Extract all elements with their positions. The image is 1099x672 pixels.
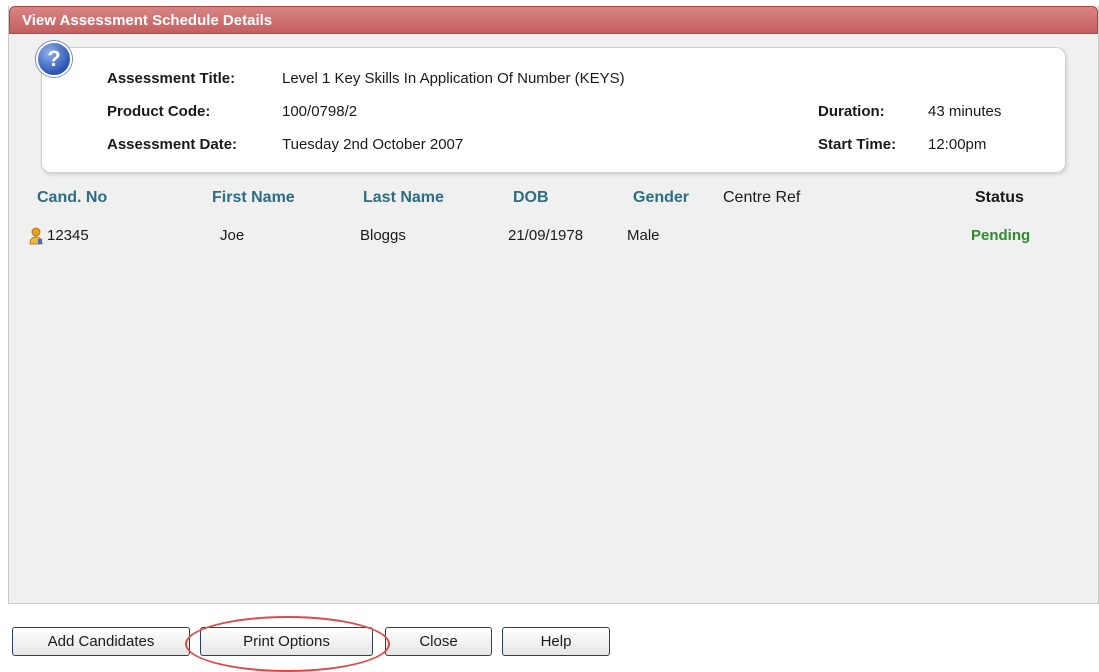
assessment-title-label: Assessment Title: — [107, 70, 236, 87]
column-header-dob[interactable]: DOB — [513, 189, 549, 207]
cell-dob: 21/09/1978 — [508, 227, 584, 244]
assessment-title-value: Level 1 Key Skills In Application Of Num… — [282, 70, 625, 87]
column-header-centre-ref: Centre Ref — [723, 189, 801, 206]
assessment-date-label: Assessment Date: — [107, 136, 238, 153]
product-code-label: Product Code: — [107, 103, 211, 120]
column-header-cand-no[interactable]: Cand. No — [37, 189, 107, 207]
cell-first-name: Joe — [220, 227, 245, 244]
column-header-status: Status — [975, 189, 1024, 206]
start-time-label: Start Time: — [818, 136, 897, 153]
product-code-value: 100/0798/2 — [282, 103, 358, 120]
close-button[interactable]: Close — [385, 627, 492, 656]
duration-value: 43 minutes — [928, 103, 1002, 120]
person-icon — [29, 227, 43, 245]
column-header-last-name[interactable]: Last Name — [363, 189, 444, 207]
window-title: View Assessment Schedule Details — [9, 6, 1098, 34]
start-time-value: 12:00pm — [928, 136, 987, 153]
help-button[interactable]: Help — [502, 627, 610, 656]
cell-cand-no: 12345 — [47, 227, 89, 244]
cell-gender: Male — [627, 227, 660, 244]
column-header-first-name[interactable]: First Name — [212, 189, 295, 207]
cell-last-name: Bloggs — [360, 227, 406, 244]
cell-status: Pending — [971, 227, 1031, 244]
duration-label: Duration: — [818, 103, 885, 120]
add-candidates-button[interactable]: Add Candidates — [12, 627, 190, 656]
assessment-date-value: Tuesday 2nd October 2007 — [282, 136, 464, 153]
question-mark-icon: ? — [36, 41, 72, 77]
column-header-gender[interactable]: Gender — [633, 189, 689, 207]
print-options-button[interactable]: Print Options — [200, 627, 373, 656]
